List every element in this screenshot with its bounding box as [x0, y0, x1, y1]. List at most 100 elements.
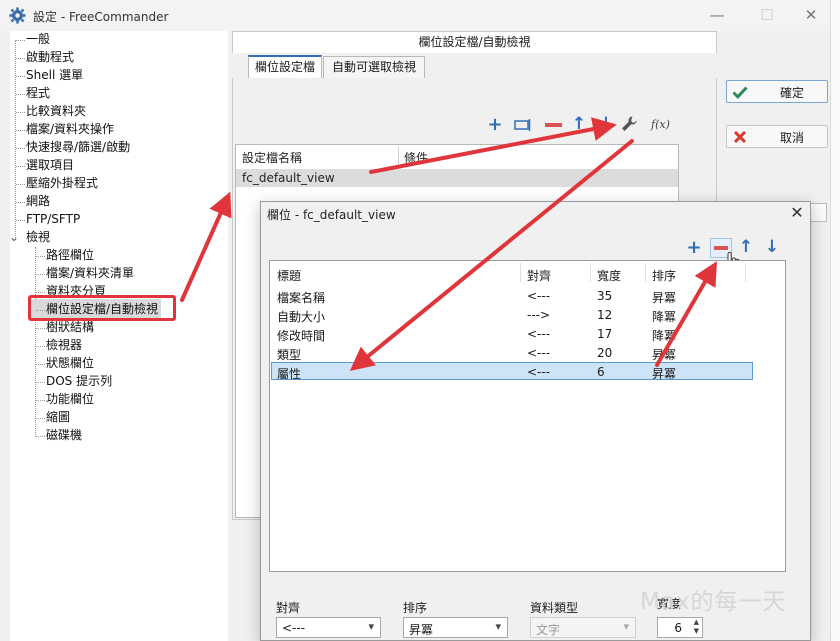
check-icon — [732, 86, 748, 99]
tree-item-compare-folders[interactable]: 比較資料夾 — [26, 103, 86, 120]
table-row[interactable]: 類型 <--- 20 昇冪 — [271, 344, 784, 362]
tree-item-general[interactable]: 一般 — [26, 31, 50, 48]
row-width: 6 — [597, 365, 605, 379]
tree-item-shell-menu[interactable]: Shell 選單 — [26, 67, 83, 84]
column-header-width[interactable]: 寬度 — [597, 267, 621, 284]
watermark: Max的每一天 — [640, 589, 787, 615]
column-header-align[interactable]: 對齊 — [527, 267, 551, 284]
data-type-select[interactable]: 文字 ▾ — [530, 617, 636, 638]
row-title: 類型 — [277, 348, 302, 362]
row-sort: 昇冪 — [652, 348, 677, 362]
tree-item-thumbnails[interactable]: 縮圖 — [46, 409, 70, 426]
row-sort: 昇冪 — [652, 367, 677, 381]
column-header-sort[interactable]: 排序 — [652, 267, 676, 284]
arrow-down-icon[interactable]: ↓ — [596, 114, 616, 134]
tree-item-network[interactable]: 網路 — [26, 193, 50, 210]
column-header-condition[interactable]: 條件 — [404, 149, 428, 166]
dialog-title: 欄位 - fc_default_view — [267, 208, 396, 222]
maximize-button[interactable]: ☐ — [756, 4, 778, 26]
dialog-close-button[interactable]: ✕ — [787, 203, 807, 223]
tab-auto-views[interactable]: 自動可選取檢視 — [323, 56, 425, 78]
profile-name-cell: fc_default_view — [242, 171, 335, 185]
move-down-icon[interactable]: ↓ — [762, 237, 782, 257]
column-header-title[interactable]: 標題 — [277, 267, 301, 284]
width-spinner[interactable]: 6 ▲ ▼ — [657, 617, 703, 638]
column-header-profile-name[interactable]: 設定檔名稱 — [242, 149, 302, 166]
tree-item-selection[interactable]: 選取項目 — [26, 157, 74, 174]
row-sort: 昇冪 — [652, 291, 677, 305]
panel-title: 欄位設定檔/自動檢視 — [232, 31, 717, 53]
annotation-highlight-box — [28, 295, 176, 321]
gear-icon — [9, 7, 26, 24]
add-column-button[interactable]: + — [684, 238, 704, 258]
table-row[interactable]: 檔案名稱 <--- 35 昇冪 — [271, 287, 784, 305]
chevron-down-icon[interactable]: ⌄ — [9, 229, 19, 246]
function-icon[interactable]: f(x) — [651, 118, 670, 131]
wrench-icon[interactable] — [620, 115, 638, 133]
tree-item-view[interactable]: 檢視 — [26, 229, 50, 246]
data-type-label: 資料類型 — [530, 601, 579, 615]
row-width: 17 — [597, 327, 613, 341]
row-align: ---> — [527, 308, 551, 322]
sort-label: 排序 — [403, 601, 428, 615]
cancel-button[interactable]: 取消 — [726, 125, 828, 148]
background-input-edge — [811, 203, 827, 222]
background-window-edge — [830, 0, 840, 641]
tree-item-drives[interactable]: 磁碟機 — [46, 427, 82, 444]
sort-select[interactable]: 昇冪 ▾ — [403, 617, 508, 638]
spinner-arrows-icon[interactable]: ▲ ▼ — [694, 618, 699, 636]
row-width: 12 — [597, 308, 613, 322]
close-icon — [734, 131, 746, 143]
table-row[interactable]: 自動大小 ---> 12 降冪 — [271, 306, 784, 324]
window-title: 設定 - FreeCommander — [33, 10, 169, 24]
title-bar: 設定 - FreeCommander — ☐ ✕ — [0, 0, 840, 31]
table-row[interactable]: 修改時間 <--- 17 降冪 — [271, 325, 784, 343]
add-profile-button[interactable]: + — [485, 115, 505, 135]
tree-item-startup[interactable]: 啟動程式 — [26, 49, 74, 66]
row-align: <--- — [527, 327, 551, 341]
close-window-button[interactable]: ✕ — [800, 4, 822, 26]
row-sort: 降冪 — [652, 329, 677, 343]
arrow-up-icon[interactable]: ↑ — [569, 114, 589, 134]
row-title: 檔案名稱 — [277, 291, 326, 305]
row-width: 20 — [597, 346, 613, 360]
table-row-selected[interactable]: 屬性 <--- 6 昇冪 — [271, 362, 753, 381]
tree-item-function-bar[interactable]: 功能欄位 — [46, 391, 94, 408]
row-title: 屬性 — [277, 367, 302, 381]
ok-button-label: 確定 — [779, 86, 804, 100]
tree-item-quick-search[interactable]: 快速搜尋/篩選/啟動 — [26, 139, 130, 156]
tree-item-archive-plugins[interactable]: 壓縮外掛程式 — [26, 175, 98, 192]
row-sort: 降冪 — [652, 310, 677, 324]
chevron-down-icon: ▾ — [368, 620, 374, 633]
row-align: <--- — [527, 346, 551, 360]
ok-button[interactable]: 確定 — [726, 80, 828, 103]
align-select-value: <--- — [282, 621, 306, 635]
tree-item-viewer[interactable]: 檢視器 — [46, 337, 82, 354]
remove-profile-button[interactable] — [545, 123, 562, 127]
row-title: 修改時間 — [277, 329, 326, 343]
row-title: 自動大小 — [277, 310, 326, 324]
rename-icon[interactable] — [514, 118, 532, 132]
data-type-select-value: 文字 — [536, 623, 561, 637]
columns-list-header: 標題 對齊 寬度 排序 — [271, 265, 784, 283]
tree-item-dos-prompt[interactable]: DOS 提示列 — [46, 373, 112, 390]
sort-select-value: 昇冪 — [409, 623, 434, 637]
tree-item-programs[interactable]: 程式 — [26, 85, 50, 102]
tree-item-ftp[interactable]: FTP/SFTP — [26, 211, 80, 228]
minimize-button[interactable]: — — [706, 4, 728, 26]
row-align: <--- — [527, 365, 551, 379]
tree-item-file-operations[interactable]: 檔案/資料夾操作 — [26, 121, 114, 138]
tree-item-status-bar[interactable]: 狀態欄位 — [46, 355, 94, 372]
row-align: <--- — [527, 289, 551, 303]
chevron-down-icon: ▾ — [495, 620, 501, 633]
tree-item-path-bar[interactable]: 路徑欄位 — [46, 247, 94, 264]
cancel-button-label: 取消 — [779, 131, 804, 145]
align-label: 對齊 — [276, 601, 301, 615]
tab-column-profiles[interactable]: 欄位設定檔 — [248, 55, 322, 78]
row-width: 35 — [597, 289, 613, 303]
align-select[interactable]: <--- ▾ — [276, 617, 381, 638]
tree-item-file-list[interactable]: 檔案/資料夾清單 — [46, 265, 134, 282]
width-spinner-value: 6 — [674, 621, 682, 635]
tree-item-tree-structure[interactable]: 樹狀結構 — [46, 319, 94, 336]
chevron-down-icon: ▾ — [623, 620, 629, 633]
